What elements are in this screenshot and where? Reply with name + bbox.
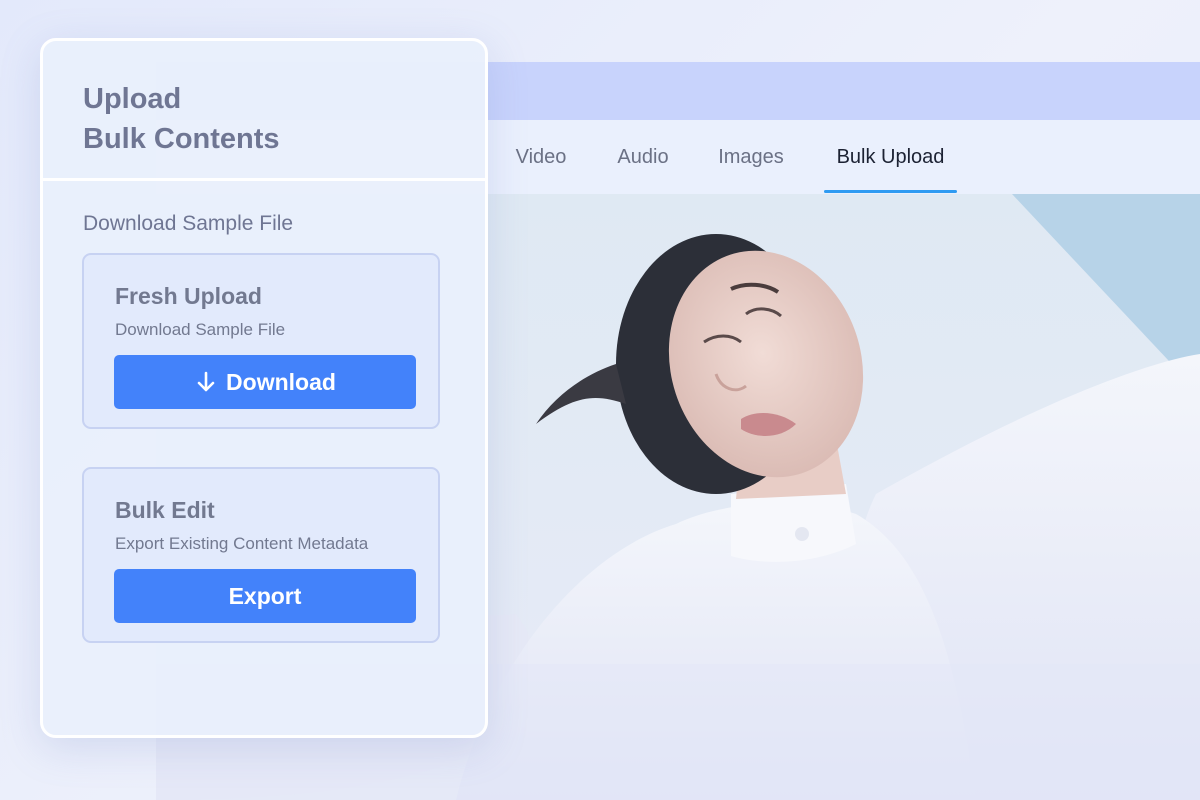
tab-images[interactable]: Images [706,120,796,194]
export-button[interactable]: Export [114,569,416,623]
panel-title-line-1: Upload [83,83,182,115]
download-button[interactable]: Download [114,355,416,409]
arrow-down-icon [194,370,218,394]
bulk-edit-card: Bulk Edit Export Existing Content Metada… [82,467,440,643]
panel-title-line-2: Bulk Contents [83,123,280,155]
download-button-label: Download [226,368,336,395]
card-subtitle: Export Existing Content Metadata [115,534,369,553]
tab-bulk-upload[interactable]: Bulk Upload [824,120,957,194]
section-label: Download Sample File [83,212,294,235]
card-title: Bulk Edit [115,497,215,523]
panel-header: Upload Bulk Contents [43,41,485,181]
card-title: Fresh Upload [115,283,262,309]
active-tab-indicator [824,190,957,193]
tab-audio[interactable]: Audio [603,120,683,194]
upload-panel: Upload Bulk Contents Download Sample Fil… [40,38,488,738]
fresh-upload-card: Fresh Upload Download Sample File Downlo… [82,253,440,429]
card-subtitle: Download Sample File [115,320,286,339]
export-button-label: Export [228,582,302,609]
tab-video[interactable]: Video [501,120,581,194]
